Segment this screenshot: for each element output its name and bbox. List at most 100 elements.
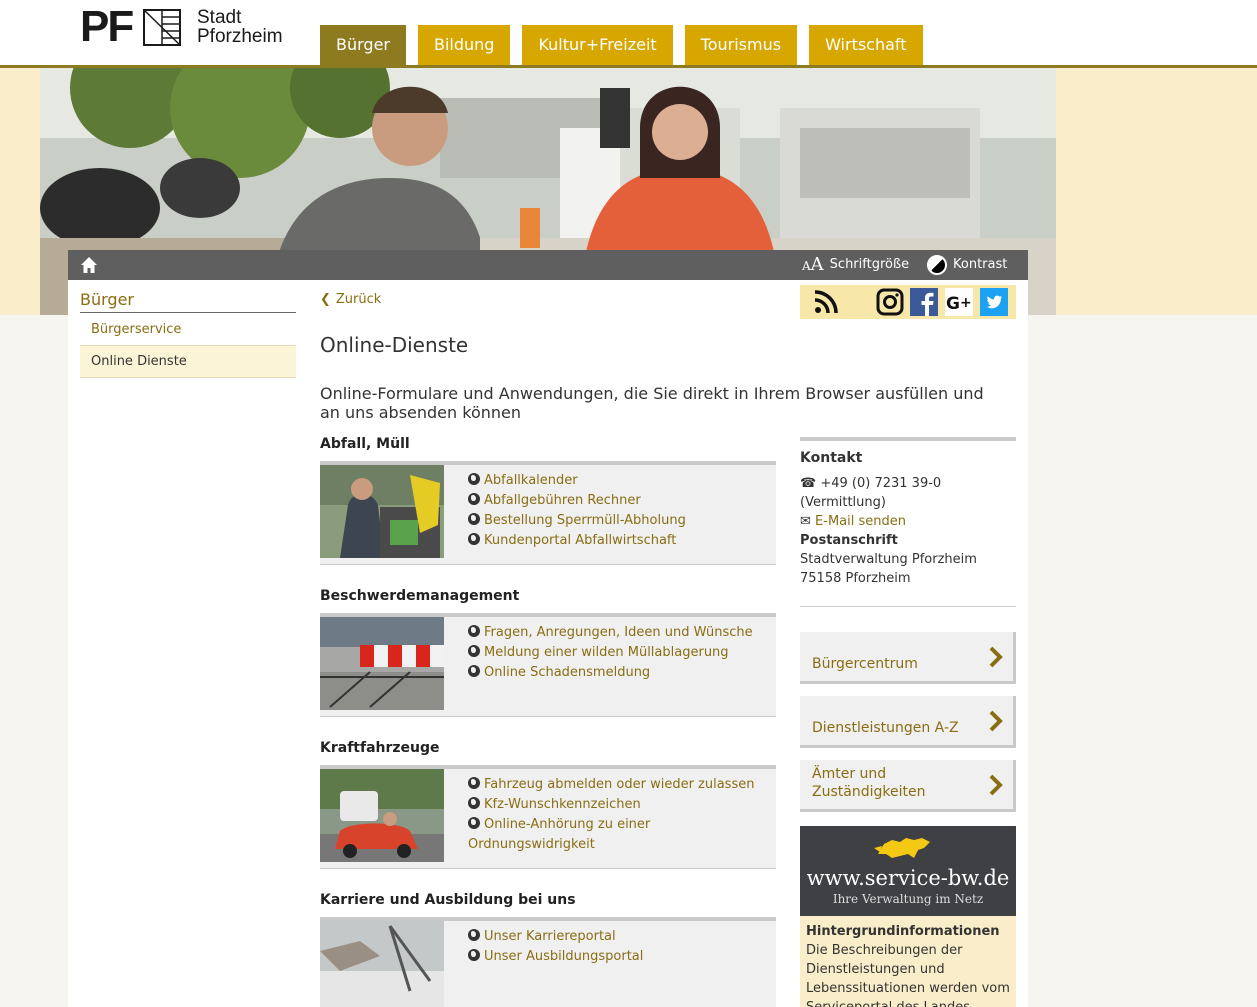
rss-icon[interactable] — [812, 288, 840, 316]
aemter-button[interactable]: Ämter und Zuständigkeiten — [800, 760, 1016, 812]
link-schadensmeldung[interactable]: Online Schadensmeldung — [468, 663, 768, 683]
link-karriereportal[interactable]: Unser Karriereportal — [468, 927, 768, 947]
link-label: Abfallgebühren Rechner — [484, 493, 641, 508]
facebook-icon[interactable] — [910, 288, 938, 316]
service-bw-url: www.service-bw.de — [806, 866, 1010, 890]
font-size-button[interactable]: AA Schriftgröße — [802, 250, 909, 280]
logo-mark-text: PF — [80, 2, 134, 51]
dienstleistungen-label: Dienstleistungen A-Z — [812, 720, 959, 736]
dienstleistungen-button[interactable]: Dienstleistungen A-Z — [800, 696, 1016, 748]
category-image-abfall — [320, 465, 444, 558]
contact-phone-number: +49 (0) 7231 39-0 — [820, 476, 942, 491]
link-online-anhoerung[interactable]: Online-Anhörung zu einer Ordnungswidrigk… — [468, 815, 768, 855]
nav-wirtschaft[interactable]: Wirtschaft — [809, 25, 923, 65]
contrast-label: Kontrast — [953, 257, 1008, 272]
sidebar-item-online-dienste[interactable]: Online Dienste — [80, 346, 296, 378]
category-title-karriere: Karriere und Ausbildung bei uns — [320, 892, 576, 908]
globe-icon — [468, 665, 480, 677]
category-links-kfz: Fahrzeug abmelden oder wieder zulassen K… — [468, 775, 768, 855]
globe-icon — [468, 513, 480, 525]
sidebar-item-buergerservice[interactable]: Bürgerservice — [80, 314, 296, 346]
chevron-right-icon — [989, 774, 1003, 795]
google-plus-icon[interactable]: G + — [945, 288, 973, 316]
back-link[interactable]: ❮ Zurück — [320, 292, 381, 307]
lion-icon — [874, 838, 930, 858]
category-box-abfall: Abfallkalender Abfallgebühren Rechner Be… — [320, 461, 776, 565]
link-label: Unser Ausbildungsportal — [484, 949, 644, 964]
background-info-box: Hintergrundinformationen Die Beschreibun… — [800, 916, 1016, 1007]
nav-kultur-freizeit[interactable]: Kultur+Freizeit — [522, 25, 673, 65]
link-label: Online-Anhörung zu einer Ordnungswidrigk… — [468, 817, 651, 852]
service-bw-banner[interactable]: www.service-bw.de Ihre Verwaltung im Net… — [800, 826, 1016, 916]
logo-city-name: Stadt Pforzheim — [197, 8, 283, 46]
nav-bildung[interactable]: Bildung — [418, 25, 511, 65]
contact-phone: ☎ +49 (0) 7231 39-0 — [800, 474, 1016, 493]
social-bar: G + — [800, 285, 1016, 319]
address-line-2: 75158 Pforzheim — [800, 571, 911, 586]
category-box-karriere: Unser Karriereportal Unser Ausbildungspo… — [320, 917, 776, 1007]
category-box-beschwerde: Fragen, Anregungen, Ideen und Wünsche Me… — [320, 613, 776, 717]
globe-icon — [468, 625, 480, 637]
chevron-right-icon — [989, 646, 1003, 667]
link-label: Bestellung Sperrmüll-Abholung — [484, 513, 686, 528]
back-link-label: Zurück — [335, 292, 382, 307]
contrast-icon — [927, 255, 947, 275]
contrast-button[interactable]: Kontrast — [927, 250, 1007, 280]
font-size-label: Schriftgröße — [829, 257, 910, 272]
instagram-icon[interactable] — [876, 288, 904, 316]
contact-box: Kontakt ☎ +49 (0) 7231 39-0 (Vermittlung… — [800, 437, 1016, 607]
font-size-big-a: A — [810, 253, 824, 275]
home-icon[interactable] — [80, 256, 98, 274]
contact-email[interactable]: ✉ E-Mail senden — [800, 512, 1016, 531]
drafting-tools-icon — [320, 921, 444, 1007]
category-image-karriere — [320, 921, 444, 1007]
link-label: Fragen, Anregungen, Ideen und Wünsche — [484, 625, 753, 640]
svg-text:+: + — [960, 295, 972, 311]
chevron-right-icon — [989, 710, 1003, 731]
service-bw-tagline: Ihre Verwaltung im Netz — [832, 892, 984, 906]
logo-grid-icon — [143, 9, 181, 46]
envelope-icon: ✉ — [800, 514, 811, 529]
globe-icon — [468, 797, 480, 809]
category-links-abfall: Abfallkalender Abfallgebühren Rechner Be… — [468, 471, 768, 551]
globe-icon — [468, 777, 480, 789]
link-kundenportal-abfallwirtschaft[interactable]: Kundenportal Abfallwirtschaft — [468, 531, 768, 551]
category-links-karriere: Unser Karriereportal Unser Ausbildungspo… — [468, 927, 768, 967]
category-links-beschwerde: Fragen, Anregungen, Ideen und Wünsche Me… — [468, 623, 768, 683]
car-icon — [320, 769, 444, 862]
link-fragen-anregungen[interactable]: Fragen, Anregungen, Ideen und Wünsche — [468, 623, 768, 643]
link-sperrmuell-abholung[interactable]: Bestellung Sperrmüll-Abholung — [468, 511, 768, 531]
link-fahrzeug-abmelden[interactable]: Fahrzeug abmelden oder wieder zulassen — [468, 775, 768, 795]
main-navigation: Bürger Bildung Kultur+Freizeit Tourismus… — [320, 25, 923, 65]
globe-icon — [468, 473, 480, 485]
link-label: Online Schadensmeldung — [484, 665, 651, 680]
email-link[interactable]: E-Mail senden — [815, 514, 906, 529]
contact-phone-note: (Vermittlung) — [800, 495, 886, 510]
buergercentrum-button[interactable]: Bürgercentrum — [800, 632, 1016, 684]
link-muellablagerung[interactable]: Meldung einer wilden Müllablagerung — [468, 643, 768, 663]
category-title-abfall: Abfall, Müll — [320, 436, 410, 452]
link-label: Unser Karriereportal — [484, 929, 616, 944]
address-line-1: Stadtverwaltung Pforzheim — [800, 552, 977, 567]
phone-icon: ☎ — [800, 476, 817, 491]
link-label: Meldung einer wilden Müllablagerung — [484, 645, 729, 660]
nav-buerger[interactable]: Bürger — [320, 25, 406, 65]
twitter-icon[interactable] — [980, 288, 1008, 316]
globe-icon — [468, 929, 480, 941]
globe-icon — [468, 493, 480, 505]
globe-icon — [468, 533, 480, 545]
category-box-kfz: Fahrzeug abmelden oder wieder zulassen K… — [320, 765, 776, 869]
nav-tourismus[interactable]: Tourismus — [684, 25, 798, 65]
font-size-small-a: A — [802, 258, 811, 273]
globe-icon — [468, 645, 480, 657]
page-lead-text: Online-Formulare und Anwendungen, die Si… — [320, 384, 984, 422]
link-ausbildungsportal[interactable]: Unser Ausbildungsportal — [468, 947, 768, 967]
site-logo[interactable]: PF Stadt Pforzheim — [80, 2, 292, 51]
background-info-text: Die Beschreibungen der Dienstleistungen … — [806, 943, 1010, 1007]
link-label: Kfz-Wunschkennzeichen — [484, 797, 641, 812]
link-kfz-wunschkennzeichen[interactable]: Kfz-Wunschkennzeichen — [468, 795, 768, 815]
aemter-label: Ämter und Zuständigkeiten — [812, 766, 926, 800]
link-abfallkalender[interactable]: Abfallkalender — [468, 471, 768, 491]
link-abfallgebuehren-rechner[interactable]: Abfallgebühren Rechner — [468, 491, 768, 511]
category-image-beschwerde — [320, 617, 444, 710]
